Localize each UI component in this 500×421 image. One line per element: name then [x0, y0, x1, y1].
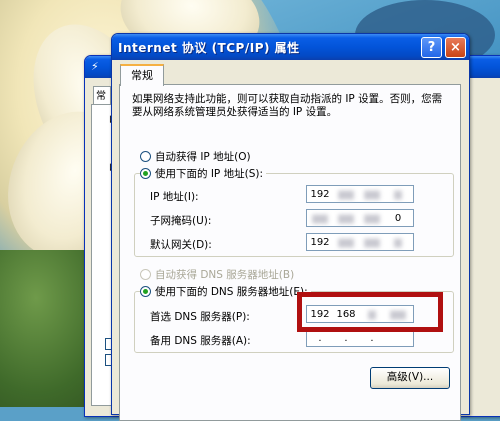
tcpip-properties-dialog: Internet 协议 (TCP/IP) 属性 ? × 常规 如果网络支持此功能… [111, 33, 470, 421]
ip-octet-redacted: ▆▆ [364, 212, 380, 224]
intro-text: 如果网络支持此功能，则可以获取自动指派的 IP 设置。否则，您需要从网络系统管理… [132, 93, 443, 118]
ip-octet: 192 [310, 236, 330, 248]
manual-ip-radio[interactable]: 使用下面的 IP 地址(S): [140, 166, 266, 181]
ip-octet-redacted: ▆▆ [338, 236, 354, 248]
ip-octet: . [370, 332, 374, 344]
gateway-field[interactable]: 192 ▆▆ ▆▆ ▆ [306, 233, 414, 251]
ip-octet: . [318, 332, 322, 344]
ip-octet-redacted: ▆ [394, 236, 402, 248]
subnet-mask-label: 子网掩码(U): [150, 215, 212, 227]
auto-ip-label: 自动获得 IP 地址(O) [155, 151, 251, 163]
auto-dns-label: 自动获得 DNS 服务器地址(B) [155, 269, 295, 281]
ip-octet-redacted: ▆▆ [338, 188, 354, 200]
radio-icon [140, 151, 151, 162]
ip-address-label: IP 地址(I): [150, 191, 199, 203]
ip-octet: 0 [394, 212, 402, 224]
auto-dns-radio[interactable]: 自动获得 DNS 服务器地址(B) [140, 267, 294, 282]
alternate-dns-label: 备用 DNS 服务器(A): [150, 335, 251, 347]
ip-octet-redacted: ▆ [394, 188, 402, 200]
radio-icon [140, 269, 151, 280]
advanced-button[interactable]: 高级(V)... [370, 367, 450, 389]
help-button[interactable]: ? [421, 36, 442, 58]
ip-octet-redacted: ▆▆ [364, 188, 380, 200]
ip-address-field[interactable]: 192 ▆▆ ▆▆ ▆ [306, 185, 414, 203]
dialog-titlebar[interactable]: Internet 协议 (TCP/IP) 属性 ? × [112, 34, 469, 60]
radio-selected-icon [140, 168, 151, 179]
highlight-annotation-box [297, 292, 443, 332]
tab-general[interactable]: 常规 [120, 64, 164, 86]
background-tab-label: 常 [96, 91, 106, 102]
ip-octet-redacted: ▆▆ [364, 236, 380, 248]
radio-selected-icon [140, 286, 151, 297]
network-connection-icon: ⚡ [91, 60, 99, 73]
ip-octet-redacted: ▆▆ [312, 212, 328, 224]
auto-ip-radio[interactable]: 自动获得 IP 地址(O) [140, 149, 251, 164]
close-button[interactable]: × [445, 36, 466, 58]
general-panel: 如果网络支持此功能，则可以获取自动指派的 IP 设置。否则，您需要从网络系统管理… [119, 84, 461, 421]
dialog-title: Internet 协议 (TCP/IP) 属性 [118, 40, 300, 55]
ip-octet: . [344, 332, 348, 344]
ip-octet: 192 [310, 188, 330, 200]
subnet-mask-field[interactable]: ▆▆ ▆▆ ▆▆ 0 [306, 209, 414, 227]
manual-dns-radio[interactable]: 使用下面的 DNS 服务器地址(E): [140, 284, 311, 299]
primary-dns-label: 首选 DNS 服务器(P): [150, 311, 250, 323]
gateway-label: 默认网关(D): [150, 239, 212, 251]
manual-dns-label: 使用下面的 DNS 服务器地址(E): [155, 286, 308, 298]
ip-octet-redacted: ▆▆ [338, 212, 354, 224]
manual-ip-label: 使用下面的 IP 地址(S): [155, 168, 263, 180]
